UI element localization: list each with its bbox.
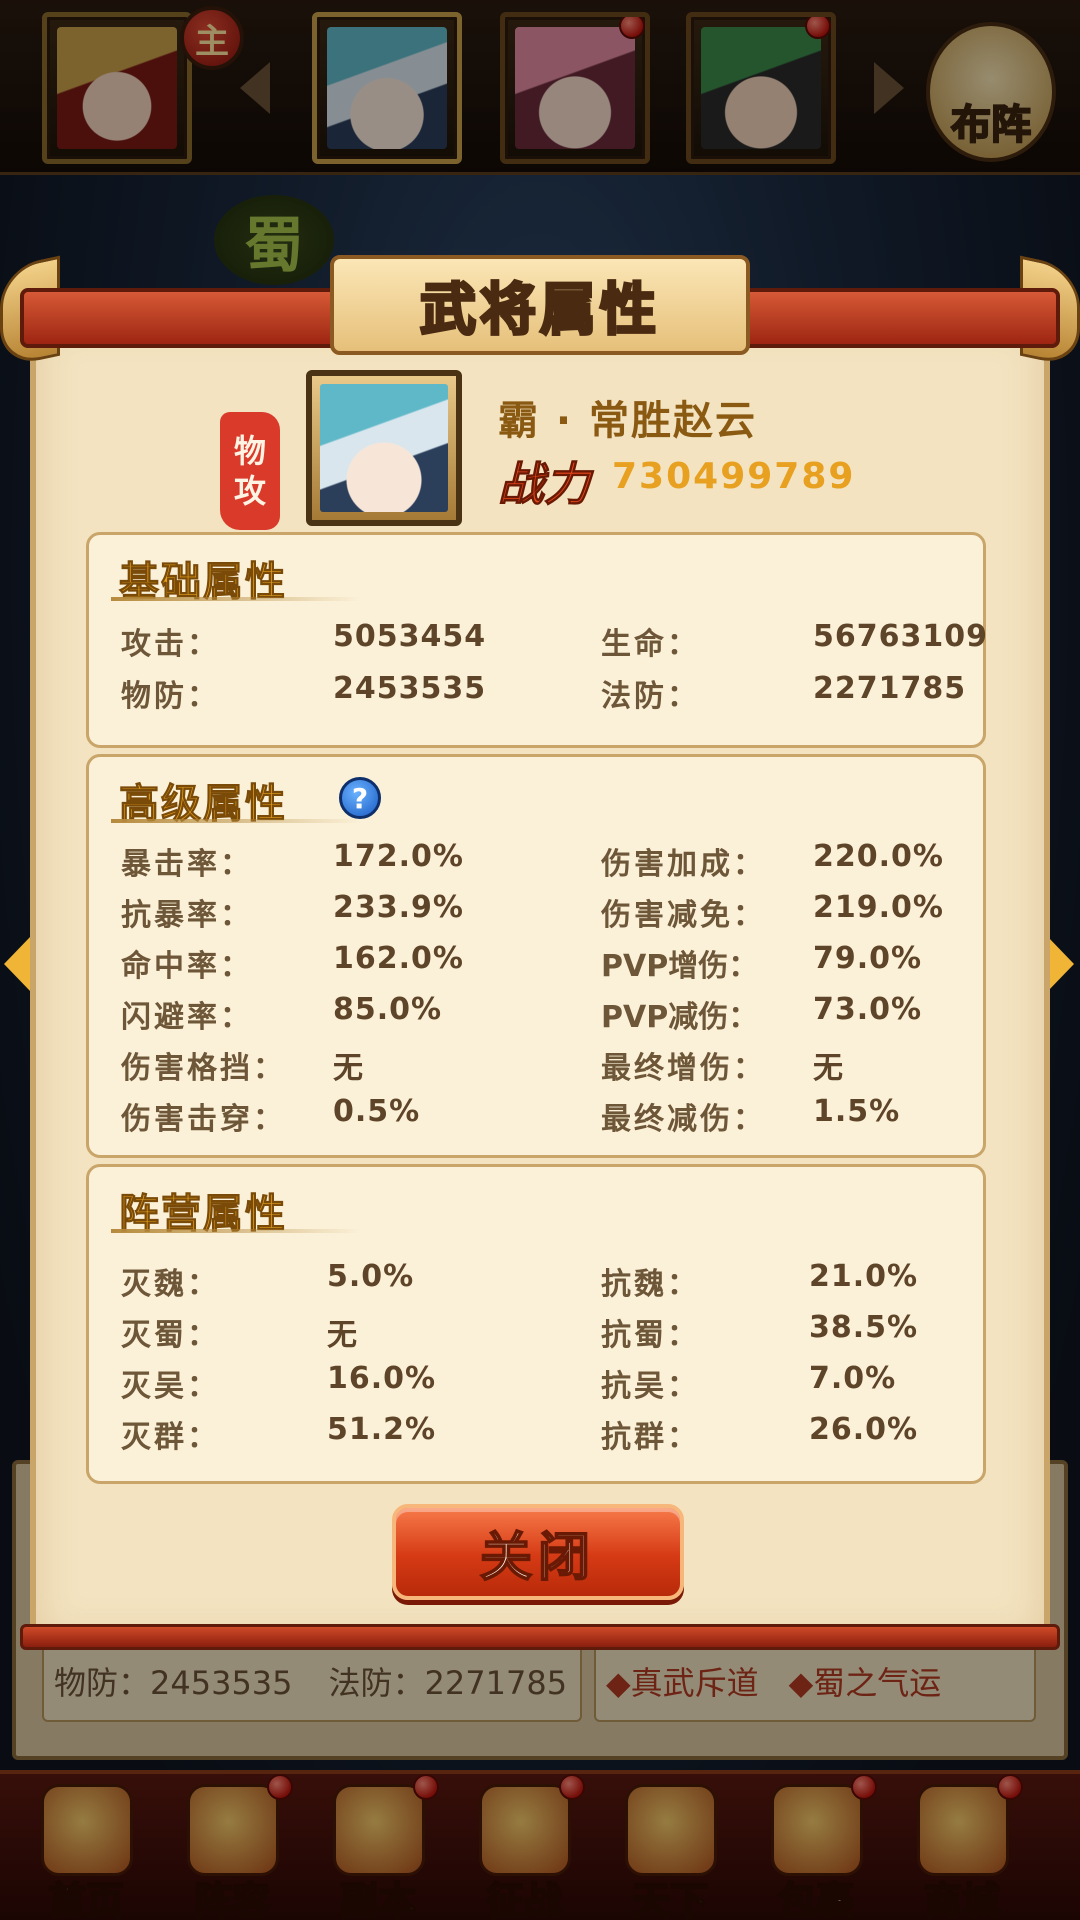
hero-name: 霸 · 常胜赵云: [498, 398, 758, 444]
attr-label: 法防：: [601, 679, 700, 714]
attr-value: 7.0%: [809, 1361, 897, 1396]
attr-label: 伤害加成：: [601, 847, 766, 882]
close-button[interactable]: 关闭: [392, 1504, 684, 1600]
attr-value: 172.0%: [333, 839, 464, 874]
attr-value: 219.0%: [813, 890, 944, 925]
attr-label: 抗吴：: [601, 1369, 700, 1404]
attr-value: 5.0%: [327, 1259, 415, 1294]
attr-label: 抗魏：: [601, 1267, 700, 1302]
basic-attributes-section: 基础属性 攻击： 5053454 生命： 56763109 物防： 245353…: [86, 532, 989, 748]
class-seal-char-1: 物: [233, 432, 266, 470]
attr-label: 伤害格挡：: [121, 1051, 286, 1086]
advanced-attributes-section: 高级属性 ? 暴击率： 172.0% 伤害加成： 220.0% 抗暴率： 233…: [86, 754, 986, 1158]
attribute-row: 伤害格挡： 无 最终增伤： 无: [89, 1043, 989, 1087]
attr-value: 2271785: [813, 671, 967, 706]
attr-value: 56763109: [813, 619, 988, 654]
attribute-row: 灭吴： 16.0% 抗吴： 7.0%: [89, 1361, 989, 1405]
title-underline: [111, 1229, 361, 1233]
attr-value: 38.5%: [809, 1310, 919, 1345]
attr-label: 最终增伤：: [601, 1051, 766, 1086]
attribute-row: 暴击率： 172.0% 伤害加成： 220.0%: [89, 839, 989, 883]
attr-label: PVP减伤：: [601, 1000, 759, 1035]
attr-label: 生命：: [601, 627, 700, 662]
attr-value: 220.0%: [813, 839, 944, 874]
attr-label: 抗暴率：: [121, 898, 253, 933]
attr-label: 命中率：: [121, 949, 253, 984]
attr-label: PVP增伤：: [601, 949, 759, 984]
modal-title: 武将属性: [419, 276, 660, 344]
modal-title-plaque: 武将属性: [330, 255, 750, 355]
power-value: 730499789: [612, 456, 856, 497]
attr-value: 21.0%: [809, 1259, 919, 1294]
attr-label: 抗蜀：: [601, 1318, 700, 1353]
class-seal: 物 攻: [220, 412, 280, 530]
attr-label: 攻击：: [121, 627, 220, 662]
attr-label: 物防：: [121, 679, 220, 714]
attr-value: 无: [327, 1318, 358, 1353]
hero-avatar-icon: [320, 384, 448, 512]
attr-value: 73.0%: [813, 992, 923, 1027]
attribute-row: 灭蜀： 无 抗蜀： 38.5%: [89, 1310, 989, 1354]
attr-label: 灭吴：: [121, 1369, 220, 1404]
attr-value: 26.0%: [809, 1412, 919, 1447]
camp-attributes-section: 阵营属性 灭魏： 5.0% 抗魏： 21.0% 灭蜀： 无 抗蜀： 38.5% …: [86, 1164, 986, 1484]
attr-label: 伤害击穿：: [121, 1102, 286, 1137]
attr-value: 1.5%: [813, 1094, 901, 1129]
attribute-row: 闪避率： 85.0% PVP减伤： 73.0%: [89, 992, 989, 1036]
help-icon[interactable]: ?: [339, 777, 381, 819]
attr-value: 2453535: [333, 671, 487, 706]
title-underline: [111, 597, 361, 601]
attr-value: 233.9%: [333, 890, 464, 925]
attr-label: 闪避率：: [121, 1000, 253, 1035]
attr-value: 无: [333, 1051, 364, 1086]
close-button-label: 关闭: [479, 1527, 596, 1589]
attr-label: 伤害减免：: [601, 898, 766, 933]
attr-label: 灭魏：: [121, 1267, 220, 1302]
attribute-row: 抗暴率： 233.9% 伤害减免： 219.0%: [89, 890, 989, 934]
attr-value: 79.0%: [813, 941, 923, 976]
attribute-row: 命中率： 162.0% PVP增伤： 79.0%: [89, 941, 989, 985]
attr-label: 最终减伤：: [601, 1102, 766, 1137]
modal-bottom-rail: [20, 1624, 1060, 1650]
attribute-row: 伤害击穿： 0.5% 最终减伤： 1.5%: [89, 1094, 989, 1138]
attr-label: 灭蜀：: [121, 1318, 220, 1353]
attr-value: 16.0%: [327, 1361, 437, 1396]
attr-label: 灭群：: [121, 1420, 220, 1455]
attr-value: 无: [813, 1051, 844, 1086]
power-label: 战力: [498, 457, 591, 512]
attr-value: 51.2%: [327, 1412, 437, 1447]
class-seal-char-2: 攻: [233, 472, 266, 510]
title-underline: [111, 819, 361, 823]
attribute-row: 灭群： 51.2% 抗群： 26.0%: [89, 1412, 989, 1456]
attr-value: 0.5%: [333, 1094, 421, 1129]
hero-portrait: [306, 370, 462, 526]
attr-label: 抗群：: [601, 1420, 700, 1455]
attr-value: 162.0%: [333, 941, 464, 976]
attribute-row: 灭魏： 5.0% 抗魏： 21.0%: [89, 1259, 989, 1303]
attr-label: 暴击率：: [121, 847, 253, 882]
attr-value: 85.0%: [333, 992, 443, 1027]
attribute-row: 物防： 2453535 法防： 2271785: [89, 671, 989, 715]
attribute-row: 攻击： 5053454 生命： 56763109: [89, 619, 989, 663]
attr-value: 5053454: [333, 619, 487, 654]
